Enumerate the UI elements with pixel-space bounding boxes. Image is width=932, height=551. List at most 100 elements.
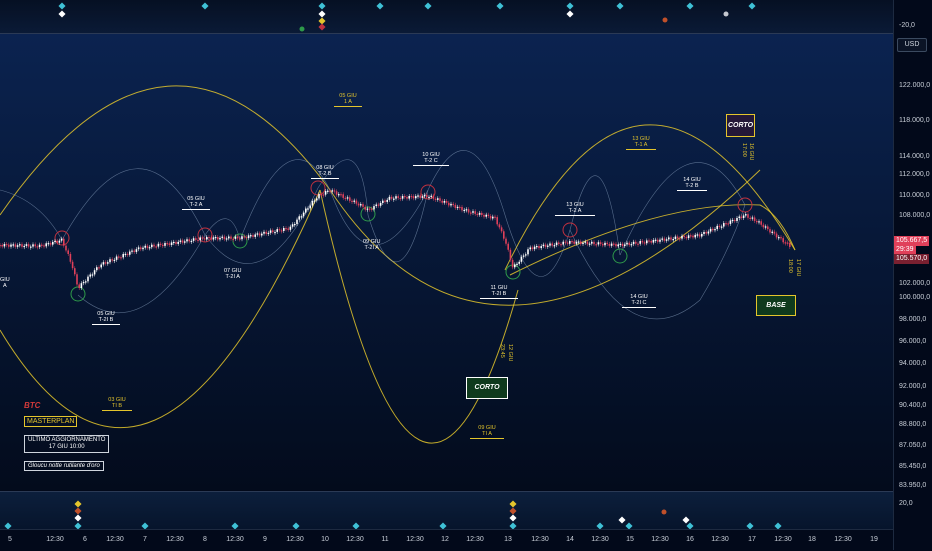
cycle-arc xyxy=(367,189,429,263)
time-label: 7 xyxy=(143,536,147,543)
time-label: 17 xyxy=(748,536,756,543)
signal-marker-diamond xyxy=(566,2,574,10)
time-label: 19 xyxy=(870,536,878,543)
signal-marker-dot xyxy=(723,11,729,17)
candle-body xyxy=(190,240,193,243)
candle-body xyxy=(164,243,166,246)
candle-body xyxy=(111,259,113,261)
time-label: 12:30 xyxy=(46,536,64,543)
candle-body xyxy=(269,230,272,233)
candle-body xyxy=(452,203,454,206)
bottom-pane-value: 20,0 xyxy=(899,500,913,507)
candle-body xyxy=(38,244,41,248)
corto-signal-box[interactable]: CORTO xyxy=(466,377,508,399)
candle-body xyxy=(595,244,597,246)
candle-body xyxy=(709,228,712,232)
currency-button[interactable]: USD xyxy=(897,38,927,52)
candle-body xyxy=(109,259,111,263)
candle-body xyxy=(8,244,10,247)
candle-body xyxy=(148,247,151,249)
candle-body xyxy=(672,238,674,241)
price-label: 94.000,0 xyxy=(899,360,927,367)
candle-body xyxy=(478,212,481,215)
time-label: 12:30 xyxy=(226,536,244,543)
candle-body xyxy=(421,196,424,198)
candle-body xyxy=(718,225,721,228)
candle-body xyxy=(481,212,483,215)
candle-body xyxy=(146,245,149,248)
candle-body xyxy=(353,200,355,202)
candle-body xyxy=(177,241,179,244)
candle-body xyxy=(461,206,463,211)
candle-body xyxy=(661,238,663,240)
candle-body xyxy=(775,233,778,238)
time-label: 12 xyxy=(441,536,449,543)
candle-body xyxy=(476,213,479,216)
candle-body xyxy=(764,226,767,228)
time-label: 12:30 xyxy=(834,536,852,543)
candle-body xyxy=(302,212,305,217)
candle-body xyxy=(659,239,661,242)
candle-body xyxy=(69,254,72,262)
time-label: 16 xyxy=(686,536,694,543)
candle-body xyxy=(652,240,655,243)
candle-body xyxy=(54,240,56,243)
price-label: 90.400,0 xyxy=(899,402,927,409)
candle-body xyxy=(349,197,351,201)
candle-body xyxy=(357,203,360,206)
candle-body xyxy=(731,219,734,222)
price-label: 102.000,0 xyxy=(899,280,931,287)
candle-body xyxy=(230,236,232,239)
signal-marker-diamond xyxy=(201,2,209,10)
candle-body xyxy=(608,243,611,246)
candle-body xyxy=(734,219,736,222)
candle-body xyxy=(404,196,406,198)
candle-body xyxy=(434,198,437,200)
candle-body xyxy=(30,246,32,248)
candle-body xyxy=(203,238,206,240)
candle-body xyxy=(390,196,393,199)
candle-body xyxy=(544,244,547,247)
candle-body xyxy=(564,241,567,243)
candle-body xyxy=(654,239,657,241)
candle-body xyxy=(531,247,534,250)
candle-body xyxy=(423,194,426,197)
candle-body xyxy=(256,233,259,235)
candle-body xyxy=(527,249,529,255)
candle-body xyxy=(12,244,14,246)
base-signal-box[interactable]: BASE xyxy=(756,295,796,316)
time-axis[interactable]: 5 12:30 6 12:30 7 12:30 8 12:30 9 12:30 10 12:30 11 1… xyxy=(0,529,893,551)
candle-body xyxy=(628,242,630,245)
candle-body xyxy=(305,208,307,213)
candle-body xyxy=(201,237,204,239)
signal-marker-dot xyxy=(661,509,667,515)
candle-body xyxy=(569,241,571,244)
candle-body xyxy=(276,229,278,232)
corto-signal-box[interactable]: CORTO xyxy=(726,114,755,137)
candle-body xyxy=(80,283,83,288)
candle-body xyxy=(206,236,208,240)
time-label: 12:30 xyxy=(711,536,729,543)
price-axis[interactable]: -20,0 122.000,0 118.000,0 114.000,0 112.… xyxy=(893,0,932,550)
candle-body xyxy=(333,190,336,192)
candle-body xyxy=(441,200,443,203)
candle-body xyxy=(769,229,771,233)
candle-body xyxy=(703,231,705,234)
candle-body xyxy=(415,196,417,199)
candle-body xyxy=(443,201,446,203)
candle-body xyxy=(483,214,485,217)
candle-body xyxy=(157,243,160,247)
candle-body xyxy=(331,190,333,192)
candle-body xyxy=(610,243,613,246)
time-label: 8 xyxy=(203,536,207,543)
candle-body xyxy=(771,231,773,233)
candle-body xyxy=(3,244,6,247)
candle-body xyxy=(756,220,758,223)
candle-body xyxy=(432,195,435,199)
candle-body xyxy=(241,236,243,240)
candle-body xyxy=(289,226,292,230)
candle-body xyxy=(676,236,679,239)
candle-body xyxy=(346,197,349,199)
candle-body xyxy=(362,204,364,207)
candle-body xyxy=(740,216,743,219)
